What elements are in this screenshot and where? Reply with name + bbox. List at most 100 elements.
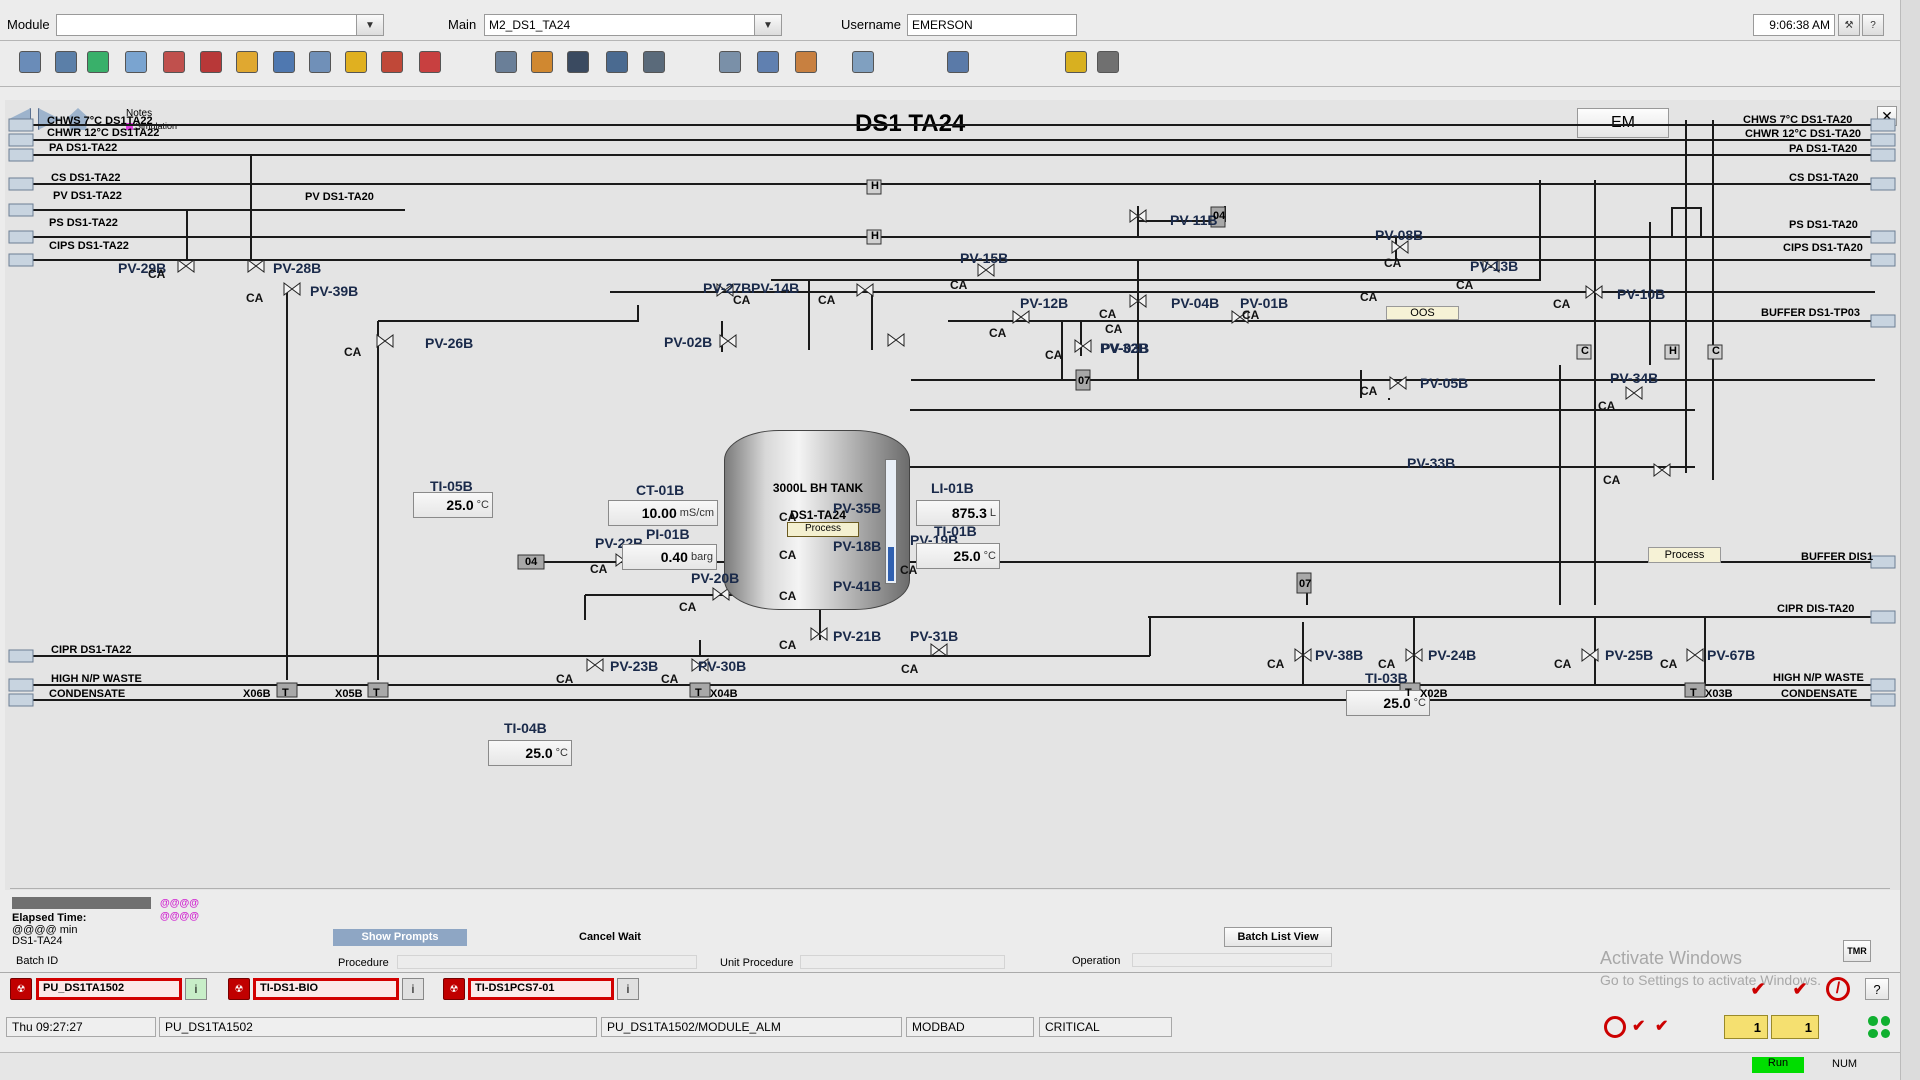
valve-tag[interactable]: PV-10B bbox=[1617, 286, 1665, 302]
active-alarm-counter[interactable]: 1 bbox=[1771, 1015, 1819, 1039]
show-prompts-button[interactable]: Show Prompts bbox=[333, 929, 467, 946]
toolbar-layout-button[interactable] bbox=[160, 48, 188, 76]
valve-tag[interactable]: PV-33B bbox=[1407, 455, 1455, 471]
silence-alarm-icon[interactable]: ✔ bbox=[1786, 976, 1814, 1002]
main-dropdown-button[interactable]: ▼ bbox=[754, 14, 782, 36]
valve-tag[interactable]: PV-02B bbox=[664, 334, 712, 350]
alarm-1-info-button[interactable]: i bbox=[185, 978, 207, 1000]
alarm-1-icon[interactable]: ☢ bbox=[10, 978, 32, 1000]
banner-help-button[interactable]: ? bbox=[1865, 978, 1889, 1000]
alarm-3-icon[interactable]: ☢ bbox=[443, 978, 465, 1000]
alarm-2-info-button[interactable]: i bbox=[402, 978, 424, 1000]
valve-tag[interactable]: PV-20B bbox=[691, 570, 739, 586]
main-field[interactable]: M2_DS1_TA24 bbox=[484, 14, 756, 36]
instrument-value-ti04b[interactable]: 25.0 °C bbox=[488, 740, 572, 766]
suppress-alarm-icon[interactable]: / bbox=[1826, 977, 1850, 1001]
toolbar-detail-button[interactable] bbox=[754, 48, 782, 76]
value: 0.40 bbox=[660, 549, 688, 565]
toolbar-edit-button[interactable] bbox=[792, 48, 820, 76]
alarm-2[interactable]: TI-DS1-BIO bbox=[253, 978, 399, 1000]
valve-tag[interactable]: PV-35B bbox=[833, 500, 881, 516]
valve-tag[interactable]: PV-13B bbox=[1470, 258, 1518, 274]
vertical-scrollbar[interactable] bbox=[1900, 0, 1920, 1080]
instrument-value-ti03b[interactable]: 25.0 °C bbox=[1346, 690, 1430, 716]
valve-tag[interactable]: PV-14B bbox=[751, 280, 799, 296]
toolbar-chart-button[interactable] bbox=[603, 48, 631, 76]
valve-tag[interactable]: PV-05B bbox=[1420, 375, 1468, 391]
valve-tag[interactable]: PV-25B bbox=[1605, 647, 1653, 663]
instrument-value-pi01b[interactable]: 0.40 barg bbox=[622, 544, 717, 570]
valve-tag[interactable]: PV-34B bbox=[1610, 370, 1658, 386]
valve-tag[interactable]: PV-12B bbox=[1020, 295, 1068, 311]
unit: °C bbox=[983, 550, 996, 562]
toolbar-trend-button[interactable] bbox=[564, 48, 592, 76]
tank-vessel[interactable]: 3000L BH TANK DS1-TA24 Process bbox=[724, 430, 910, 610]
toolbar-diagnostics-button[interactable] bbox=[849, 48, 877, 76]
toolbar-workstation-button[interactable] bbox=[492, 48, 520, 76]
help-button[interactable]: ? bbox=[1862, 14, 1884, 36]
valve-tag[interactable]: PV-11B bbox=[1170, 212, 1217, 228]
module-dropdown-button[interactable]: ▼ bbox=[356, 14, 384, 36]
module-field[interactable] bbox=[56, 14, 360, 36]
instrument-value-ti01b[interactable]: 25.0 °C bbox=[916, 543, 1000, 569]
toolbar-display-button[interactable] bbox=[197, 48, 225, 76]
marker-07-label: 07 bbox=[1078, 375, 1091, 387]
valve-tag[interactable]: PV-30B bbox=[698, 658, 746, 674]
tools-button[interactable]: ⚒ bbox=[1838, 14, 1860, 36]
alarm-3[interactable]: TI-DS1PCS7-01 bbox=[468, 978, 614, 1000]
toolbar-list-button[interactable] bbox=[378, 48, 406, 76]
cancel-wait-button[interactable]: Cancel Wait bbox=[579, 931, 641, 943]
off-page-connector-icon bbox=[8, 148, 34, 162]
toolbar-keyboard-button[interactable] bbox=[1094, 48, 1122, 76]
alarm-list-icon[interactable]: ✔ bbox=[1655, 1016, 1677, 1038]
tmr-button[interactable]: TMR bbox=[1843, 940, 1871, 962]
valve-tag[interactable]: PV-41B bbox=[833, 578, 881, 594]
toolbar-faceplate-button[interactable] bbox=[716, 48, 744, 76]
toolbar-alarm-bell-button[interactable] bbox=[1062, 48, 1090, 76]
ca-label: CA bbox=[901, 662, 919, 676]
username-field: EMERSON bbox=[907, 14, 1077, 36]
network-status-icon[interactable] bbox=[1868, 1016, 1890, 1038]
valve-tag[interactable]: PV-32B bbox=[1100, 340, 1148, 356]
toolbar-back-button[interactable] bbox=[270, 48, 298, 76]
valve-tag[interactable]: PV-08B bbox=[1375, 227, 1423, 243]
toolbar-users-button[interactable] bbox=[528, 48, 556, 76]
instrument-value-ct01b[interactable]: 10.00 mS/cm bbox=[608, 500, 718, 526]
valve-tag[interactable]: PV-15B bbox=[960, 250, 1008, 266]
toolbar-folder-button[interactable] bbox=[233, 48, 261, 76]
value: 10.00 bbox=[641, 505, 677, 521]
valve-tag[interactable]: PV-21B bbox=[833, 628, 881, 644]
toolbar-sync-button[interactable] bbox=[944, 48, 972, 76]
valve-tag[interactable]: PV-28B bbox=[273, 260, 321, 276]
valve-tag[interactable]: PV-23B bbox=[610, 658, 658, 674]
instrument-tag-ti04b: TI-04B bbox=[504, 720, 547, 736]
toolbar-column-button[interactable] bbox=[84, 48, 112, 76]
unacked-alarm-counter[interactable]: 1 bbox=[1724, 1015, 1768, 1039]
alarm-2-icon[interactable]: ☢ bbox=[228, 978, 250, 1000]
valve-tag[interactable]: PV-67B bbox=[1707, 647, 1755, 663]
toolbar-bell-button[interactable] bbox=[342, 48, 370, 76]
valve-tag[interactable]: PV-26B bbox=[425, 335, 473, 351]
valve-tag[interactable]: PV-39B bbox=[310, 283, 358, 299]
ca-label: CA bbox=[1360, 290, 1378, 304]
toolbar-tools-button[interactable] bbox=[640, 48, 668, 76]
toolbar-clear-button[interactable] bbox=[416, 48, 444, 76]
alarm-3-info-button[interactable]: i bbox=[617, 978, 639, 1000]
toolbar-exit-button[interactable] bbox=[16, 48, 44, 76]
valve-tag[interactable]: PV-38B bbox=[1315, 647, 1363, 663]
off-page-connector-icon bbox=[8, 118, 34, 132]
toolbar-search-button[interactable] bbox=[122, 48, 150, 76]
valve-tag[interactable]: PV-24B bbox=[1428, 647, 1476, 663]
batch-list-view-button[interactable]: Batch List View bbox=[1224, 927, 1332, 947]
toolbar-window-button[interactable] bbox=[306, 48, 334, 76]
acknowledge-alarm-icon[interactable]: ✔ bbox=[1744, 976, 1772, 1002]
toolbar-print-button[interactable] bbox=[52, 48, 80, 76]
alarm-horn-disabled-icon[interactable] bbox=[1604, 1016, 1626, 1038]
valve-tag[interactable]: PV-31B bbox=[910, 628, 958, 644]
alarm-1[interactable]: PU_DS1TA1502 bbox=[36, 978, 182, 1000]
valve-tag[interactable]: PV-18B bbox=[833, 538, 881, 554]
valve-tag[interactable]: PV-04B bbox=[1171, 295, 1219, 311]
instrument-value-ti05b[interactable]: 25.0 °C bbox=[413, 492, 493, 518]
ca-label: CA bbox=[779, 589, 797, 603]
alarm-ack-all-icon[interactable]: ✔ bbox=[1632, 1016, 1654, 1038]
